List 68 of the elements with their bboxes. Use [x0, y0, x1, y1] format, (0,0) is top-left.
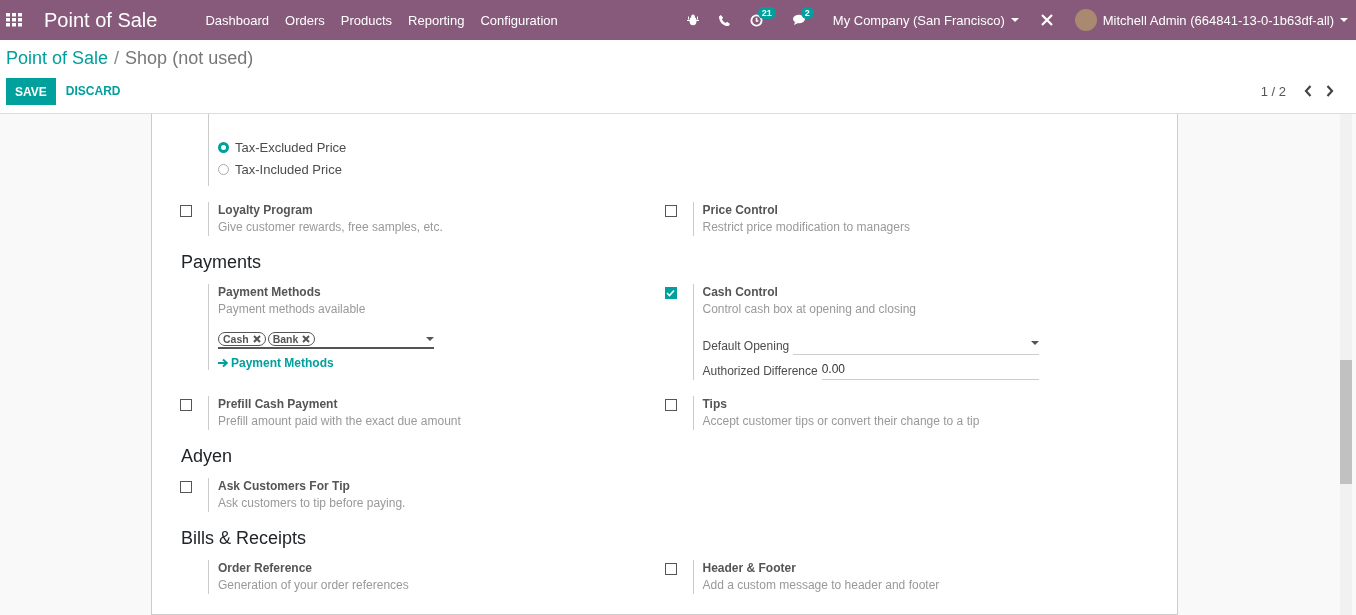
setting-label: Order Reference [218, 560, 314, 577]
setting-label: Header & Footer [702, 560, 797, 577]
setting-label: Prefill Cash Payment [218, 396, 339, 413]
menu-item[interactable]: Reporting [400, 12, 473, 28]
checkbox[interactable] [664, 399, 677, 411]
checkbox[interactable] [180, 481, 192, 493]
phone-icon[interactable] [718, 14, 730, 26]
radio-button[interactable] [218, 141, 229, 153]
setting-label: Price Control [702, 202, 779, 219]
setting-description: Ask customers to tip before paying. [218, 495, 407, 512]
setting-description: Give customer rewards, free samples, etc. [218, 219, 444, 236]
apps-menu-icon[interactable] [6, 13, 22, 27]
setting-description: Accept customer tips or convert their change to a tip [702, 413, 981, 430]
section-heading: Bills & Receipts [181, 528, 308, 550]
chevron-right-icon[interactable] [1326, 85, 1334, 97]
section-heading: Adyen [181, 446, 234, 468]
checkbox[interactable] [180, 399, 192, 411]
caret-icon [1010, 17, 1019, 23]
pager-value: 1 / 2 [1260, 83, 1286, 99]
setting-label: Loyalty Program [218, 202, 314, 219]
section-heading: Payments [181, 252, 263, 274]
bug-icon[interactable] [686, 14, 699, 26]
user-menu[interactable]: Mitchell Admin (664841-13-0-1b63df-all) [1074, 9, 1348, 31]
remove-icon[interactable] [252, 335, 261, 343]
menu-item[interactable]: Products [332, 12, 401, 28]
breadcrumb-link[interactable]: Point of Sale [6, 47, 109, 69]
menu-item[interactable]: Configuration [472, 12, 566, 28]
payment-methods-link[interactable]: Payment Methods [218, 356, 334, 370]
caret-icon [1340, 17, 1348, 23]
radio-label[interactable]: Tax-Excluded Price [235, 139, 347, 155]
activity-count-badge: 21 [757, 6, 776, 19]
setting-label: Tips [702, 396, 728, 413]
checkbox[interactable] [664, 563, 677, 575]
payment-methods-field[interactable]: Cash Bank [218, 332, 434, 349]
radio-label[interactable]: Tax-Included Price [235, 161, 342, 177]
remove-icon[interactable] [302, 335, 311, 343]
caret-icon [1030, 341, 1039, 346]
app-title[interactable]: Point of Sale [44, 8, 158, 32]
scrollbar-thumb[interactable] [1340, 360, 1352, 484]
clock-icon[interactable] [749, 13, 763, 27]
setting-description: Restrict price modification to managers [702, 219, 911, 236]
company-switcher[interactable]: My Company (San Francisco) [832, 12, 1019, 28]
checkbox[interactable] [180, 205, 192, 217]
save-button[interactable]: SAVE [6, 77, 56, 105]
breadcrumb-separator: / [114, 47, 120, 69]
setting-label: Payment Methods [218, 284, 322, 301]
checkbox[interactable] [664, 287, 677, 299]
setting-description: Generation of your order references [218, 577, 410, 594]
setting-description: Control cash box at opening and closing [702, 301, 917, 318]
input-field[interactable]: 0.00 [821, 358, 1039, 380]
breadcrumb-current: Shop (not used) [125, 47, 254, 69]
caret-icon [426, 336, 434, 342]
arrow-right-icon [218, 358, 229, 368]
setting-description: Add a custom message to header and footer [702, 577, 941, 594]
setting-description: Prefill amount paid with the exact due amount [218, 413, 462, 430]
menu-item[interactable]: Dashboard [197, 12, 278, 28]
setting-label: Cash Control [702, 284, 779, 301]
discard-button[interactable]: DISCARD [55, 77, 131, 105]
setting-description: Payment methods available [218, 301, 367, 318]
message-count-badge: 2 [800, 7, 814, 19]
chat-icon[interactable] [792, 14, 807, 26]
chevron-left-icon[interactable] [1304, 85, 1312, 97]
field-label: Authorized Difference [702, 364, 818, 380]
checkbox[interactable] [664, 205, 677, 217]
field-label: Default Opening [702, 339, 790, 355]
setting-label: Ask Customers For Tip [218, 478, 351, 495]
menu-item[interactable]: Orders [277, 12, 333, 28]
avatar [1074, 9, 1097, 31]
